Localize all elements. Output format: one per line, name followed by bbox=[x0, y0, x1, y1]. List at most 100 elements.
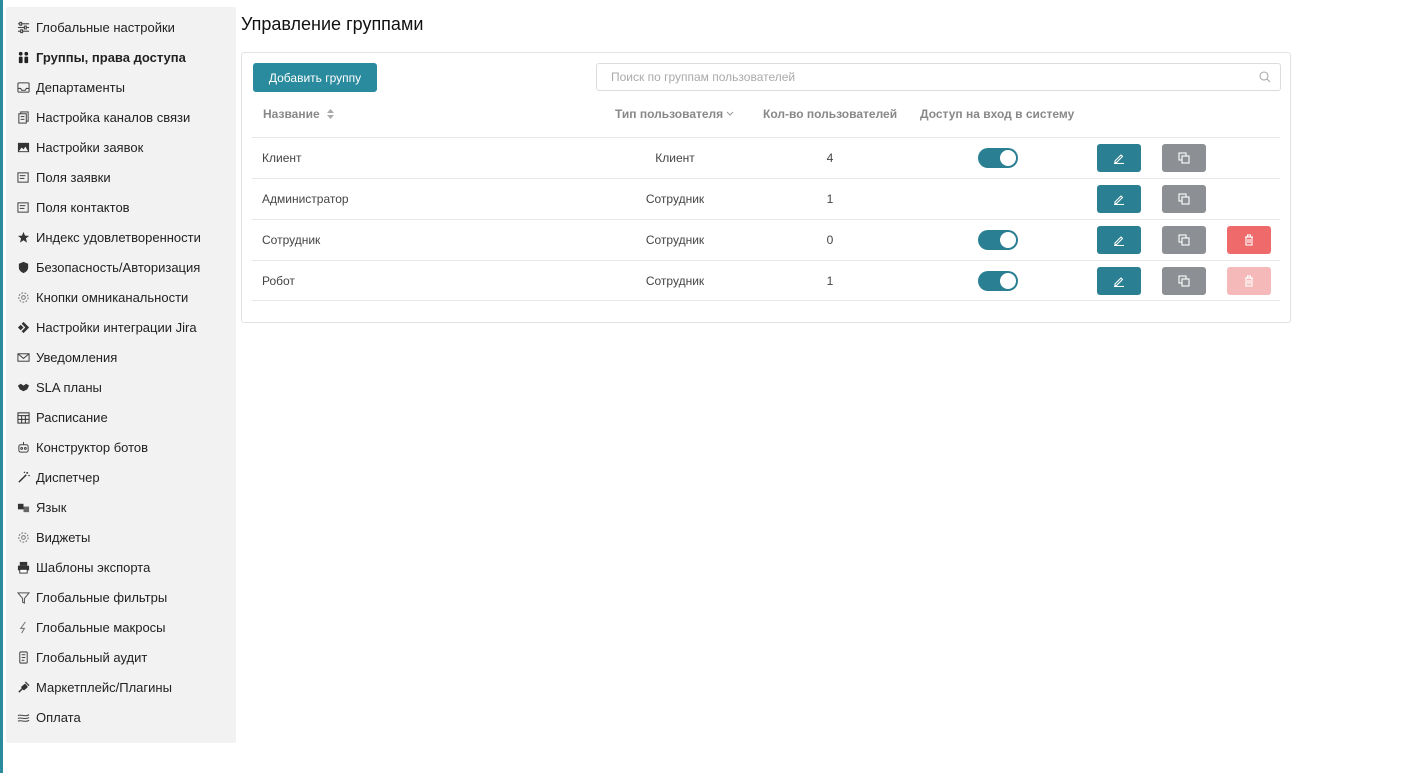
search-icon[interactable] bbox=[1259, 71, 1271, 83]
edit-button[interactable] bbox=[1097, 185, 1141, 213]
sidebar-item-security[interactable]: Безопасность/Авторизация bbox=[6, 252, 236, 282]
copy-button[interactable] bbox=[1162, 267, 1206, 295]
table-row: Сотрудник Сотрудник 0 bbox=[252, 219, 1280, 260]
sidebar-item-label: Оплата bbox=[36, 709, 81, 725]
gear-icon bbox=[16, 530, 30, 544]
column-header-login-access: Доступ на вход в систему bbox=[920, 107, 1075, 121]
login-access-toggle[interactable] bbox=[978, 148, 1018, 168]
sidebar-item-payment[interactable]: Оплата bbox=[6, 702, 236, 732]
group-name: Робот bbox=[262, 274, 295, 288]
jira-icon bbox=[16, 320, 30, 334]
delete-button[interactable] bbox=[1227, 226, 1271, 254]
user-type: Сотрудник bbox=[645, 233, 705, 247]
login-access-toggle[interactable] bbox=[978, 271, 1018, 291]
copy-button[interactable] bbox=[1162, 226, 1206, 254]
copy-icon bbox=[1178, 152, 1190, 164]
column-header-name[interactable]: Название bbox=[263, 107, 335, 121]
pencil-icon bbox=[1114, 236, 1124, 246]
sidebar-item-request-settings[interactable]: Настройки заявок bbox=[6, 132, 236, 162]
search-input[interactable] bbox=[597, 64, 1247, 90]
sidebar-item-label: Глобальные фильтры bbox=[36, 589, 168, 605]
sidebar-item-label: SLA планы bbox=[36, 379, 102, 395]
sidebar-item-language[interactable]: Язык bbox=[6, 492, 236, 522]
sidebar-item-label: Расписание bbox=[36, 409, 108, 425]
sidebar-item-label: Конструктор ботов bbox=[36, 439, 149, 455]
sidebar-item-notifications[interactable]: Уведомления bbox=[6, 342, 236, 372]
copy-icon bbox=[1178, 234, 1190, 246]
sidebar-item-global-filters[interactable]: Глобальные фильтры bbox=[6, 582, 236, 612]
shield-icon bbox=[16, 260, 30, 274]
sidebar-item-label: Шаблоны экспорта bbox=[36, 559, 151, 575]
sidebar-item-widgets[interactable]: Виджеты bbox=[6, 522, 236, 552]
users-icon bbox=[16, 50, 30, 64]
sidebar-item-channels[interactable]: Настройка каналов связи bbox=[6, 102, 236, 132]
sort-icon[interactable] bbox=[326, 108, 335, 120]
chevron-down-icon[interactable] bbox=[726, 111, 734, 117]
copy-icon bbox=[1178, 275, 1190, 287]
sidebar-item-dispatcher[interactable]: Диспетчер bbox=[6, 462, 236, 492]
sidebar-item-label: Поля контактов bbox=[36, 199, 130, 215]
sidebar-item-label: Маркетплейс/Плагины bbox=[36, 679, 172, 695]
star-icon bbox=[16, 230, 30, 244]
sidebar-item-label: Язык bbox=[36, 499, 67, 515]
envelope-icon bbox=[16, 350, 30, 364]
sidebar-item-contact-fields[interactable]: Поля контактов bbox=[6, 192, 236, 222]
search-box bbox=[596, 63, 1281, 91]
sidebar-item-schedule[interactable]: Расписание bbox=[6, 402, 236, 432]
sidebar-item-bot-builder[interactable]: Конструктор ботов bbox=[6, 432, 236, 462]
sidebar-item-export-templates[interactable]: Шаблоны экспорта bbox=[6, 552, 236, 582]
group-name: Администратор bbox=[262, 192, 349, 206]
sidebar-item-global-audit[interactable]: Глобальный аудит bbox=[6, 642, 236, 672]
toggle-knob bbox=[1000, 232, 1016, 248]
copy-button[interactable] bbox=[1162, 185, 1206, 213]
group-name: Сотрудник bbox=[262, 233, 321, 247]
sliders-icon bbox=[16, 20, 30, 34]
calendar-icon bbox=[16, 410, 30, 424]
group-name: Клиент bbox=[262, 151, 302, 165]
copy-icon bbox=[1178, 193, 1190, 205]
trash-icon bbox=[1245, 275, 1253, 287]
trash-icon bbox=[1245, 234, 1253, 246]
form-icon bbox=[16, 170, 30, 184]
edit-button[interactable] bbox=[1097, 226, 1141, 254]
sidebar-item-satisfaction-index[interactable]: Индекс удовлетворенности bbox=[6, 222, 236, 252]
handshake-icon bbox=[16, 380, 30, 394]
sidebar-item-groups-access[interactable]: Группы, права доступа bbox=[6, 42, 236, 72]
pencil-icon bbox=[1114, 195, 1124, 205]
user-type: Сотрудник bbox=[645, 192, 705, 206]
column-header-label: Тип пользователя bbox=[615, 107, 724, 121]
add-group-button[interactable]: Добавить группу bbox=[253, 63, 377, 92]
sidebar-item-label: Настройки заявок bbox=[36, 139, 144, 155]
user-type: Клиент bbox=[655, 151, 695, 165]
settings-sidebar: Глобальные настройки Группы, права досту… bbox=[6, 7, 236, 743]
sidebar-item-jira[interactable]: Настройки интеграции Jira bbox=[6, 312, 236, 342]
edit-button[interactable] bbox=[1097, 144, 1141, 172]
login-access-toggle[interactable] bbox=[978, 230, 1018, 250]
sidebar-item-global-settings[interactable]: Глобальные настройки bbox=[6, 12, 236, 42]
scroll-icon bbox=[16, 650, 30, 664]
user-count: 0 bbox=[826, 233, 834, 247]
robot-icon bbox=[16, 440, 30, 454]
sidebar-item-sla[interactable]: SLA планы bbox=[6, 372, 236, 402]
sidebar-item-request-fields[interactable]: Поля заявки bbox=[6, 162, 236, 192]
pencil-icon bbox=[1114, 154, 1124, 164]
sidebar-item-global-macros[interactable]: Глобальные макросы bbox=[6, 612, 236, 642]
sidebar-item-label: Кнопки омниканальности bbox=[36, 289, 189, 305]
sidebar-item-label: Безопасность/Авторизация bbox=[36, 259, 201, 275]
sidebar-item-label: Глобальные настройки bbox=[36, 19, 175, 35]
sidebar-item-omnichannel-buttons[interactable]: Кнопки омниканальности bbox=[6, 282, 236, 312]
groups-panel: Добавить группу Название Тип пользовател… bbox=[241, 52, 1291, 323]
edit-button[interactable] bbox=[1097, 267, 1141, 295]
sidebar-item-label: Диспетчер bbox=[36, 469, 100, 485]
sidebar-item-departments[interactable]: Департаменты bbox=[6, 72, 236, 102]
column-header-user-type[interactable]: Тип пользователя bbox=[615, 107, 734, 121]
column-header-user-count: Кол-во пользователей bbox=[763, 107, 898, 121]
table-row: Робот Сотрудник 1 bbox=[252, 260, 1280, 301]
toggle-knob bbox=[1000, 273, 1016, 289]
table-row: Администратор Сотрудник 1 bbox=[252, 178, 1280, 219]
sidebar-item-label: Индекс удовлетворенности bbox=[36, 229, 201, 245]
inbox-icon bbox=[16, 80, 30, 94]
copy-button[interactable] bbox=[1162, 144, 1206, 172]
sidebar-item-marketplace[interactable]: Маркетплейс/Плагины bbox=[6, 672, 236, 702]
user-type: Сотрудник bbox=[645, 274, 705, 288]
